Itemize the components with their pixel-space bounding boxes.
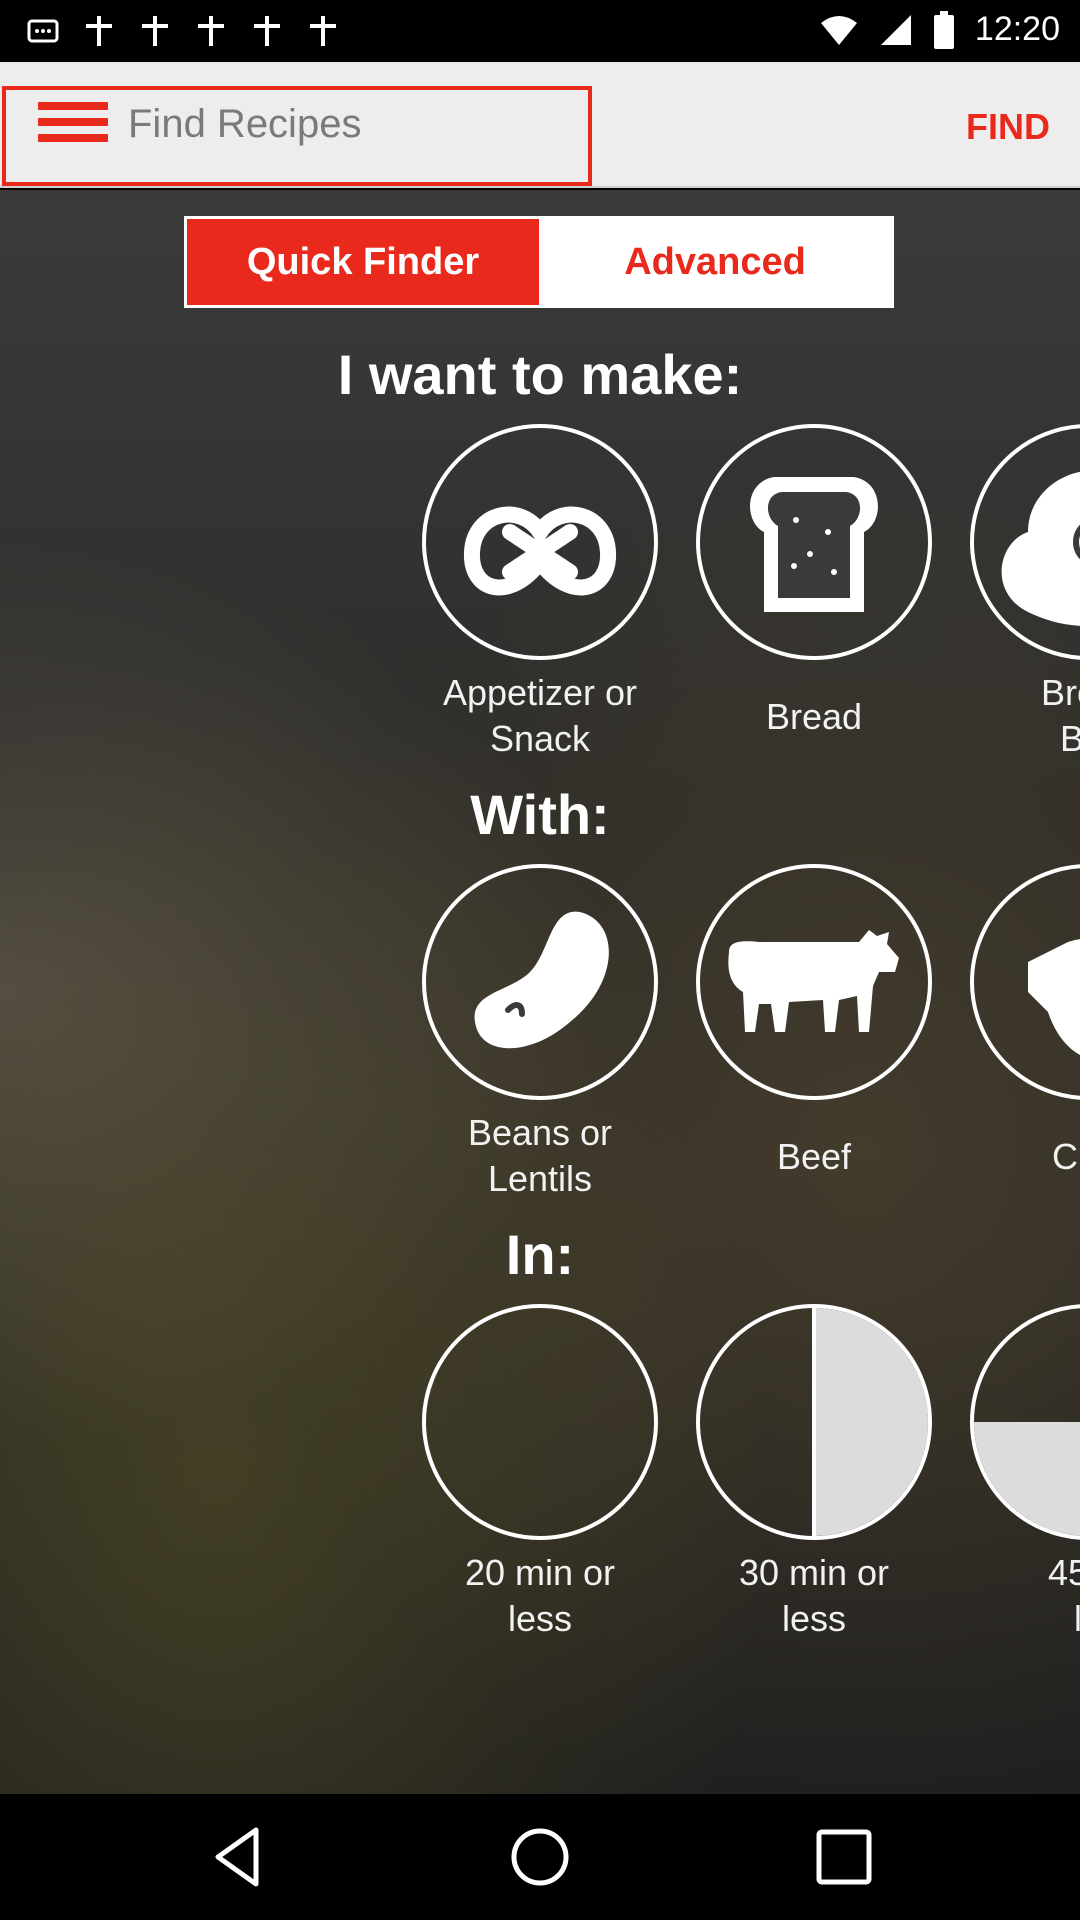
find-button[interactable]: FIND bbox=[966, 106, 1050, 148]
time-30[interactable]: 30 min or less bbox=[674, 1304, 954, 1642]
time-20[interactable]: 20 min or less bbox=[400, 1304, 680, 1642]
egg-icon bbox=[1001, 471, 1080, 626]
time-label: 20 min or less bbox=[464, 1552, 616, 1639]
category-circle bbox=[970, 864, 1080, 1100]
wifi-icon bbox=[820, 15, 857, 45]
battery-icon bbox=[933, 10, 954, 49]
category-chicken[interactable]: Chic bbox=[948, 864, 1080, 1180]
category-circle bbox=[696, 864, 932, 1100]
category-label: Beans or Lentils bbox=[467, 1112, 613, 1199]
category-label: Chic bbox=[1051, 1136, 1080, 1177]
recents-icon[interactable] bbox=[811, 1824, 877, 1890]
make-heading: I want to make: bbox=[337, 343, 743, 406]
navigation-bar bbox=[0, 1794, 1080, 1920]
menu-icon[interactable] bbox=[38, 102, 108, 152]
timer-20-icon bbox=[422, 1304, 658, 1540]
status-bar: 12:20 bbox=[0, 0, 1080, 62]
status-right: 12:20 bbox=[819, 10, 1060, 49]
category-bread[interactable]: Bread bbox=[674, 424, 954, 740]
signal-icon bbox=[880, 14, 911, 45]
timer-45-icon bbox=[970, 1304, 1080, 1540]
clock: 12:20 bbox=[974, 10, 1060, 48]
in-heading: In: bbox=[505, 1223, 575, 1286]
category-circle bbox=[422, 424, 658, 660]
category-beans[interactable]: Beans or Lentils bbox=[400, 864, 680, 1202]
category-breakfast[interactable]: Break Bru bbox=[948, 424, 1080, 762]
category-label: Bread bbox=[765, 696, 863, 737]
category-circle bbox=[422, 864, 658, 1100]
back-icon[interactable] bbox=[206, 1824, 272, 1890]
page-title: Find Recipes bbox=[128, 102, 362, 146]
home-icon[interactable] bbox=[507, 1824, 573, 1890]
category-beef[interactable]: Beef bbox=[674, 864, 954, 1180]
category-circle bbox=[696, 424, 932, 660]
chicken-icon bbox=[1028, 939, 1080, 1055]
notification-icons bbox=[26, 14, 340, 48]
bean-icon bbox=[474, 911, 609, 1049]
finder-tabs: Quick Finder Advanced bbox=[184, 216, 894, 308]
category-label: Break Bru bbox=[1040, 672, 1080, 759]
notification-icon bbox=[142, 16, 168, 46]
category-circle bbox=[970, 424, 1080, 660]
tab-quick-finder[interactable]: Quick Finder bbox=[187, 219, 539, 305]
with-heading: With: bbox=[470, 783, 610, 846]
main-content: Quick Finder Advanced I want to make: Ap… bbox=[0, 190, 1080, 1794]
time-45[interactable]: 45 m le bbox=[948, 1304, 1080, 1642]
tab-advanced[interactable]: Advanced bbox=[539, 219, 891, 305]
pretzel-icon bbox=[463, 506, 617, 596]
notification-icon bbox=[198, 16, 224, 46]
category-appetizer[interactable]: Appetizer or Snack bbox=[400, 424, 680, 762]
time-label: 45 m le bbox=[1047, 1552, 1080, 1639]
timer-30-icon bbox=[696, 1304, 932, 1540]
notification-icon bbox=[310, 16, 336, 46]
bread-icon bbox=[750, 477, 878, 612]
category-label: Appetizer or Snack bbox=[442, 672, 638, 759]
cow-icon bbox=[728, 930, 899, 1032]
notification-icon bbox=[254, 16, 280, 46]
app-bar: Find Recipes FIND bbox=[0, 62, 1080, 188]
notification-icon bbox=[27, 19, 59, 43]
notification-icon bbox=[86, 16, 112, 46]
time-label: 30 min or less bbox=[738, 1552, 890, 1639]
category-label: Beef bbox=[776, 1136, 852, 1177]
